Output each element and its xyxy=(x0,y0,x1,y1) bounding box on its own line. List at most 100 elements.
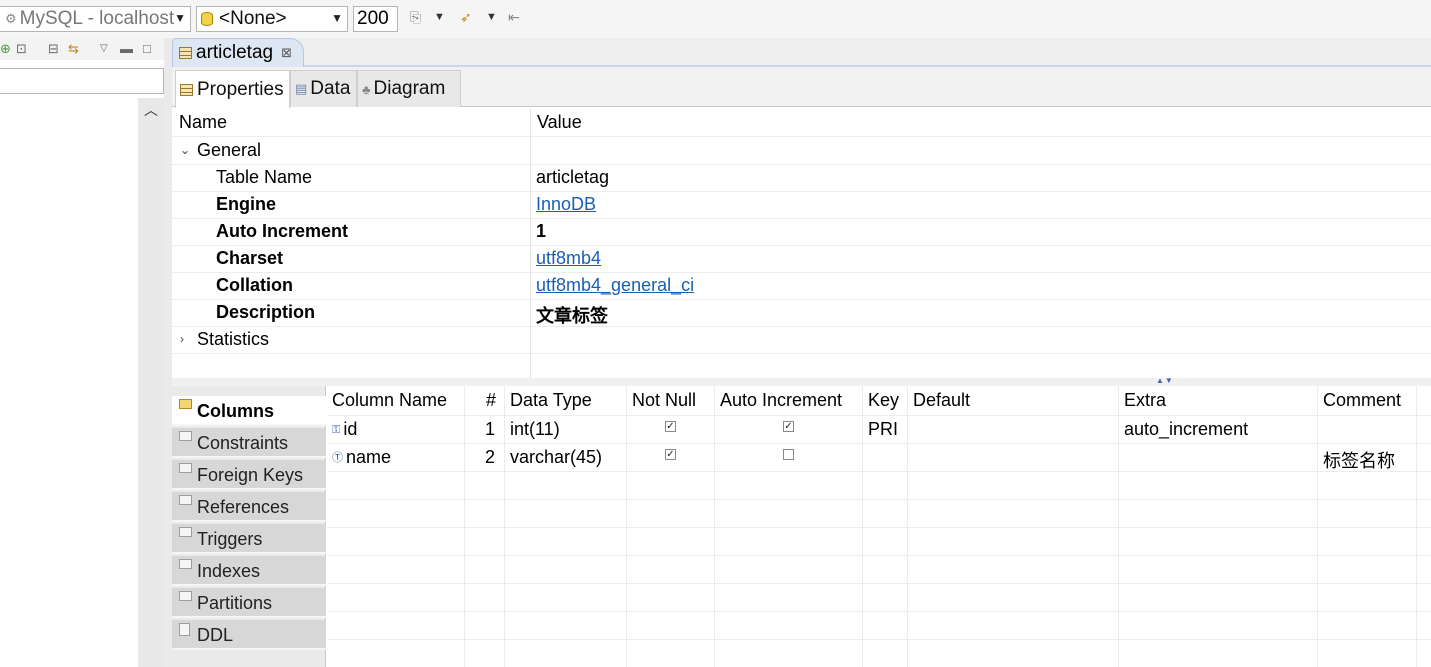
side-tab-references[interactable]: References xyxy=(172,492,326,522)
link-editor-icon[interactable]: ⇆ xyxy=(68,41,79,57)
engine-link[interactable]: InnoDB xyxy=(536,194,596,215)
property-value[interactable]: articletag xyxy=(536,167,609,188)
navigator-toolbar: ⊕ ⊡ ⊟ ⇆ ▽ ▬ □ xyxy=(0,38,168,60)
side-tab-label: Foreign Keys xyxy=(197,465,304,485)
new-connection-icon[interactable]: ⊕ xyxy=(0,41,11,57)
grid-line xyxy=(327,471,1431,472)
row-limit-input[interactable]: 200 xyxy=(353,6,398,32)
side-tab-indexes[interactable]: Indexes xyxy=(172,556,326,586)
back-icon[interactable]: ⇤ xyxy=(508,9,520,26)
group-statistics[interactable]: › Statistics xyxy=(172,327,1431,354)
panel-splitter[interactable] xyxy=(164,38,172,667)
view-menu-icon[interactable]: ▽ xyxy=(100,43,108,54)
property-value[interactable]: 1 xyxy=(536,221,546,242)
database-value: <None> xyxy=(219,8,287,29)
rocket-icon[interactable]: ➶ xyxy=(460,9,472,26)
new-folder-icon[interactable]: ⊡ xyxy=(16,41,27,57)
side-tab-label: Triggers xyxy=(197,529,263,549)
object-side-tabs: Columns Constraints Foreign Keys Referen… xyxy=(172,386,326,667)
tab-articletag[interactable]: articletag ⊠ xyxy=(172,38,304,67)
auto-increment-checkbox[interactable]: ✓ xyxy=(783,421,794,432)
cell-data-type[interactable]: varchar(45) xyxy=(510,447,602,468)
side-tab-columns[interactable]: Columns xyxy=(172,396,326,426)
side-tab-label: Constraints xyxy=(197,433,289,453)
navigator-scrollbar[interactable]: ︿ xyxy=(138,98,164,667)
cell-number[interactable]: 2 xyxy=(485,447,495,468)
header-comment[interactable]: Comment xyxy=(1323,390,1401,411)
header-column-name[interactable]: Column Name xyxy=(332,390,447,411)
tab-properties-label: Properties xyxy=(197,78,284,100)
property-value[interactable]: 文章标签 xyxy=(536,302,608,328)
property-name: Engine xyxy=(216,194,277,214)
cell-number[interactable]: 1 xyxy=(485,419,495,440)
grid-line xyxy=(327,555,1431,556)
diagram-icon: ♣ xyxy=(362,81,371,97)
navigator-filter-input[interactable] xyxy=(0,68,164,94)
header-number[interactable]: # xyxy=(486,390,496,411)
sash-arrows-icon[interactable]: ▲▼ xyxy=(1156,376,1174,385)
header-default[interactable]: Default xyxy=(913,390,970,411)
property-name: Table Name xyxy=(216,167,313,187)
property-row-table-name[interactable]: Table Name articletag xyxy=(172,165,1431,192)
side-tab-triggers[interactable]: Triggers xyxy=(172,524,326,554)
side-tab-constraints[interactable]: Constraints xyxy=(172,428,326,458)
editor-sub-tabs: Properties ▤ Data ♣ Diagram xyxy=(172,67,1431,108)
navigator-panel: ⊕ ⊡ ⊟ ⇆ ▽ ▬ □ ︿ xyxy=(0,38,168,667)
grid-line xyxy=(327,415,1431,416)
folder-icon xyxy=(179,559,192,569)
tab-data[interactable]: ▤ Data xyxy=(290,70,357,107)
header-not-null[interactable]: Not Null xyxy=(632,390,696,411)
main-toolbar: ⚙ MySQL - localhost ▼ <None> ▼ 200 ⎘ ▼ ➶… xyxy=(0,0,1431,38)
cell-extra[interactable]: auto_increment xyxy=(1124,419,1248,440)
scroll-up-icon[interactable]: ︿ xyxy=(144,100,158,120)
side-tab-foreign-keys[interactable]: Foreign Keys xyxy=(172,460,326,490)
export-icon[interactable]: ⎘ xyxy=(410,9,421,26)
not-null-checkbox[interactable]: ✓ xyxy=(665,421,676,432)
auto-increment-checkbox[interactable] xyxy=(783,449,794,460)
chevron-down-icon[interactable]: ▼ xyxy=(486,11,497,23)
close-icon[interactable]: ⊠ xyxy=(281,45,292,61)
properties-tree: Name Value ⌄ General Table Name articlet… xyxy=(172,108,1431,381)
property-row-collation[interactable]: Collation utf8mb4_general_ci xyxy=(172,273,1431,300)
section-sash[interactable]: ▲▼ xyxy=(172,376,1431,386)
cell-column-name[interactable]: ⚿ id xyxy=(332,419,357,440)
header-auto-increment[interactable]: Auto Increment xyxy=(720,390,842,411)
not-null-checkbox[interactable]: ✓ xyxy=(665,449,676,460)
cell-comment[interactable]: 标签名称 xyxy=(1323,447,1395,473)
folder-icon xyxy=(179,399,192,409)
folder-icon xyxy=(179,431,192,441)
header-key[interactable]: Key xyxy=(868,390,899,411)
chevron-right-icon[interactable]: › xyxy=(180,332,184,346)
folder-icon xyxy=(179,591,192,601)
collapse-all-icon[interactable]: ⊟ xyxy=(48,41,59,57)
chevron-down-icon[interactable]: ▼ xyxy=(434,11,445,23)
side-tab-label: Indexes xyxy=(197,561,261,581)
chevron-down-icon[interactable]: ⌄ xyxy=(180,143,190,157)
property-name: Collation xyxy=(216,275,293,295)
minimize-icon[interactable]: ▬ xyxy=(120,41,133,56)
header-extra[interactable]: Extra xyxy=(1124,390,1166,411)
folder-icon xyxy=(179,463,192,473)
row-limit-value: 200 xyxy=(357,8,389,29)
cell-key[interactable]: PRI xyxy=(868,419,898,440)
database-select[interactable]: <None> ▼ xyxy=(196,6,348,32)
header-data-type[interactable]: Data Type xyxy=(510,390,592,411)
tab-properties[interactable]: Properties xyxy=(175,70,290,108)
cell-data-type[interactable]: int(11) xyxy=(510,419,560,440)
side-tab-partitions[interactable]: Partitions xyxy=(172,588,326,618)
charset-link[interactable]: utf8mb4 xyxy=(536,248,601,269)
side-tab-label: Columns xyxy=(197,401,275,421)
connection-select[interactable]: ⚙ MySQL - localhost ▼ xyxy=(0,6,191,32)
property-row-auto-increment[interactable]: Auto Increment 1 xyxy=(172,219,1431,246)
cell-column-name[interactable]: Ⓣname xyxy=(332,447,391,468)
grid-line xyxy=(327,611,1431,612)
group-general[interactable]: ⌄ General xyxy=(172,138,1431,165)
property-row-charset[interactable]: Charset utf8mb4 xyxy=(172,246,1431,273)
property-row-description[interactable]: Description 文章标签 xyxy=(172,300,1431,327)
collation-link[interactable]: utf8mb4_general_ci xyxy=(536,275,694,296)
tab-data-label: Data xyxy=(310,78,351,99)
tab-diagram[interactable]: ♣ Diagram xyxy=(357,70,461,107)
property-row-engine[interactable]: Engine InnoDB xyxy=(172,192,1431,219)
maximize-icon[interactable]: □ xyxy=(143,41,151,56)
side-tab-ddl[interactable]: DDL xyxy=(172,620,326,650)
